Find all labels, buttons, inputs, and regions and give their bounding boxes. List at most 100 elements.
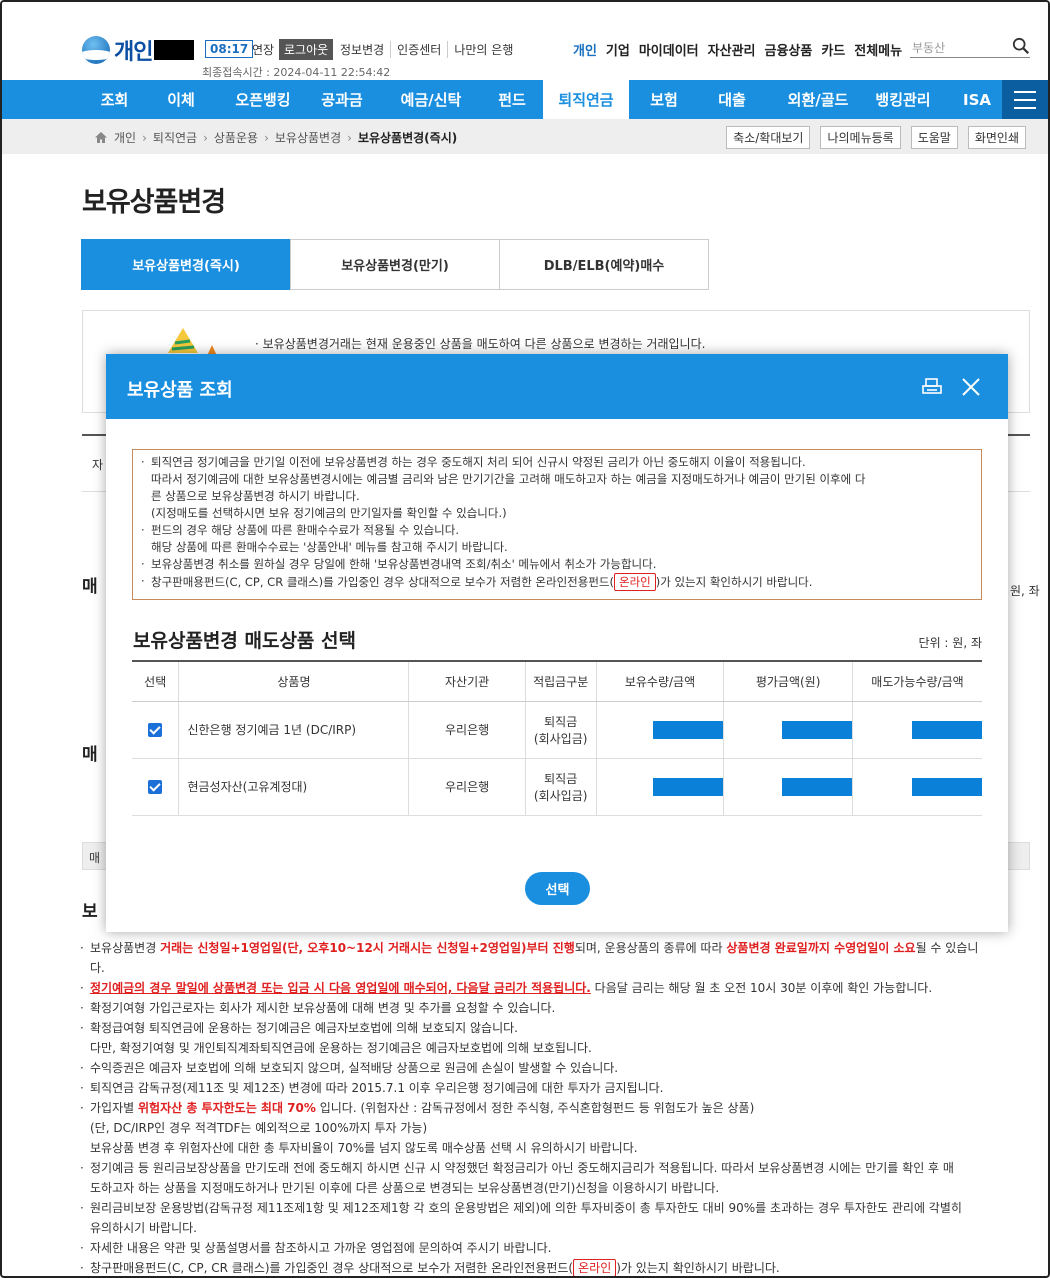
col-header: 상품명	[178, 660, 410, 702]
select-button[interactable]: 선택	[525, 872, 590, 905]
search-input[interactable]: 부동산	[910, 36, 1030, 58]
note-item: 원리금비보장 운용방법(감독규정 제11조제1항 및 제12조제1항 각 호의 …	[78, 1198, 1038, 1218]
print-screen-button[interactable]: 화면인쇄	[967, 126, 1026, 149]
background-unit: 원, 좌	[1010, 584, 1040, 598]
top-link-auth-center[interactable]: 인증센터	[390, 41, 447, 58]
row-checkbox[interactable]	[148, 722, 163, 737]
top-link-info-change[interactable]: 정보변경	[340, 41, 390, 58]
hamburger-menu-icon[interactable]	[1002, 80, 1048, 119]
breadcrumb-item[interactable]: 개인	[114, 129, 136, 146]
chevron-right-icon: ›	[142, 130, 147, 145]
breadcrumb-current: 보유상품변경(즉시)	[357, 131, 458, 145]
chevron-right-icon: ›	[347, 130, 352, 145]
logout-button[interactable]: 로그아웃	[279, 39, 334, 60]
background-heading: 매	[82, 745, 98, 765]
menu-asset[interactable]: 자산관리	[708, 40, 756, 59]
session-timer: 08:17	[205, 40, 254, 58]
bank-logo[interactable]: 개인	[82, 34, 195, 66]
menu-corporate[interactable]: 기업	[606, 40, 630, 59]
note-item-cont: 보유상품 변경 후 위험자산에 대한 총 투자비율이 70%를 넘지 않도록 매…	[90, 1141, 638, 1155]
notice-item: 창구판매용펀드(C, CP, CR 클래스)를 가입중인 경우 상대적으로 보수…	[141, 573, 971, 591]
page-title: 보유상품변경	[82, 187, 226, 218]
table-header-row: 선택 상품명 자산기관 적립금구분 보유수량/금액 평가금액(원) 매도가능수량…	[132, 660, 982, 702]
nav-item-isa[interactable]: ISA	[952, 80, 1002, 119]
note-item: 정기예금의 경우 말일에 상품변경 또는 입금 시 다음 영업일에 매수되어, …	[78, 978, 1038, 998]
notice-item-cont: 해당 상품에 따른 환매수수료는 '상품안내' 메뉴를 참고해 주시기 바랍니다…	[151, 540, 508, 554]
nav-item-pension[interactable]: 퇴직연금	[543, 80, 629, 119]
note-item: 보유상품변경 거래는 신청일+1영업일(단, 오후10~12시 거래시는 신청일…	[78, 938, 1038, 958]
background-label: 자	[92, 458, 104, 472]
nav-item-loan[interactable]: 대출	[703, 80, 761, 119]
modal-header: 보유상품 조회	[106, 354, 1008, 419]
breadcrumb-item[interactable]: 퇴직연금	[153, 129, 197, 146]
nav-item-deposit[interactable]: 예금/신탁	[383, 80, 479, 119]
menu-all[interactable]: 전체메뉴	[854, 40, 902, 59]
nav-item-banking-mgmt[interactable]: 뱅킹관리	[867, 80, 939, 119]
browser-frame: 개인 08:17 연장 로그아웃 정보변경 인증센터 나만의 은행 최종접속시간…	[0, 0, 1050, 1278]
add-my-menu-button[interactable]: 나의메뉴등록	[820, 126, 901, 149]
note-item: 창구판매용펀드(C, CP, CR 클래스)를 가입중인 경우 상대적으로 보수…	[78, 1258, 1038, 1276]
breadcrumb-item[interactable]: 보유상품변경	[275, 129, 341, 146]
breadcrumb-bar: 개인 › 퇴직연금 › 상품운용 › 보유상품변경 › 보유상품변경(즉시) 축…	[2, 119, 1048, 154]
redacted-name	[154, 40, 195, 60]
print-icon[interactable]	[921, 376, 943, 398]
note-item: 확정기여형 가입근로자는 회사가 제시한 보유상품에 대해 변경 및 추가를 요…	[78, 998, 1038, 1018]
notice-item-cont: 따라서 정기예금에 대한 보유상품변경시에는 예금별 금리와 남은 만기기간을 …	[151, 472, 866, 486]
menu-products[interactable]: 금융상품	[765, 40, 813, 59]
zoom-button[interactable]: 축소/확대보기	[726, 126, 811, 149]
note-item-cont: 도하고자 하는 상품을 지정매도하거나 만기된 이후에 다른 상품으로 변경되는…	[90, 1181, 720, 1195]
note-item-cont: 유의하시기 바랍니다.	[90, 1221, 197, 1235]
extend-session-link[interactable]: 연장	[252, 41, 274, 58]
online-tag: 온라인	[613, 573, 656, 591]
institution: 우리은행	[408, 701, 526, 759]
notice-item: 보유상품변경 취소를 원하실 경우 당일에 한해 '보유상품변경내역 조회/취소…	[141, 556, 971, 573]
nav-item-transfer[interactable]: 이체	[153, 80, 209, 119]
tab-change-maturity[interactable]: 보유상품변경(만기)	[290, 239, 500, 290]
search-placeholder: 부동산	[912, 41, 946, 55]
nav-item-forex[interactable]: 외환/골드	[775, 80, 861, 119]
search-icon[interactable]	[1012, 37, 1030, 55]
col-header: 매도가능수량/금액	[852, 660, 982, 702]
notice-item-cont: (지정매도를 선택하시면 보유 정기예금의 만기일자를 확인할 수 있습니다.)	[151, 506, 507, 520]
home-icon[interactable]	[94, 131, 108, 144]
close-icon[interactable]	[960, 376, 982, 398]
chevron-right-icon: ›	[264, 130, 269, 145]
note-item: 확정급여형 퇴직연금에 운용하는 정기예금은 예금자보호법에 의해 보호되지 않…	[78, 1018, 1038, 1038]
nav-item-insurance[interactable]: 보험	[635, 80, 693, 119]
menu-personal[interactable]: 개인	[573, 40, 597, 59]
header: 개인 08:17 연장 로그아웃 정보변경 인증센터 나만의 은행 최종접속시간…	[2, 2, 1048, 80]
page-tabs: 보유상품변경(즉시) 보유상품변경(만기) DLB/ELB(예약)매수	[81, 239, 709, 290]
breadcrumb-item[interactable]: 상품운용	[214, 129, 258, 146]
unit-label: 단위 : 원, 좌	[918, 636, 982, 650]
nav-item-inquiry[interactable]: 조회	[78, 80, 151, 119]
tab-change-immediate[interactable]: 보유상품변경(즉시)	[81, 239, 291, 290]
menu-card[interactable]: 카드	[821, 40, 845, 59]
nav-item-fund[interactable]: 펀드	[487, 80, 537, 119]
notes-list: 보유상품변경 거래는 신청일+1영업일(단, 오후10~12시 거래시는 신청일…	[78, 938, 1038, 1276]
row-checkbox[interactable]	[148, 779, 163, 794]
redacted-amount	[653, 720, 724, 739]
logo-text: 개인	[114, 40, 153, 65]
menu-mydata[interactable]: 마이데이터	[639, 40, 699, 59]
nav-item-openbanking[interactable]: 오픈뱅킹	[215, 80, 311, 119]
product-name: 신한은행 정기예금 1년 (DC/IRP)	[178, 701, 410, 759]
institution: 우리은행	[408, 758, 526, 816]
note-item-cont: 다만, 확정기여형 및 개인퇴직계좌퇴직연금에 운용하는 정기예금은 예금자보호…	[90, 1041, 592, 1055]
holdings-modal: 보유상품 조회 퇴직연금 정기예금을 만기일 이전에 보유상품변경 하는 경우 …	[106, 354, 1008, 932]
col-header: 적립금구분	[525, 660, 597, 702]
notice-item: 퇴직연금 정기예금을 만기일 이전에 보유상품변경 하는 경우 중도해지 처리 …	[141, 454, 971, 471]
nav-item-bills[interactable]: 공과금	[316, 80, 368, 119]
note-item-cont: (단, DC/IRP인 경우 적격TDF는 예외적으로 100%까지 투자 가능…	[90, 1121, 428, 1135]
top-link-my-bank[interactable]: 나만의 은행	[447, 41, 519, 58]
help-button[interactable]: 도움말	[910, 126, 958, 149]
last-login-time: 최종접속시간 : 2024-04-11 22:54:42	[202, 66, 391, 79]
background-label: 매	[89, 851, 101, 865]
notice-item: 펀드의 경우 해당 상품에 따른 환매수수료가 적용될 수 있습니다.	[141, 522, 971, 539]
sell-products-table: 선택 상품명 자산기관 적립금구분 보유수량/금액 평가금액(원) 매도가능수량…	[132, 660, 982, 816]
tab-dlb-elb[interactable]: DLB/ELB(예약)매수	[499, 239, 709, 290]
col-header: 평가금액(원)	[723, 660, 853, 702]
table-row: 신한은행 정기예금 1년 (DC/IRP) 우리은행 퇴직금 (회사입금)	[132, 701, 982, 759]
redacted-amount	[912, 777, 982, 796]
col-header: 자산기관	[408, 660, 526, 702]
table-row: 현금성자산(고유계정대) 우리은행 퇴직금 (회사입금)	[132, 758, 982, 816]
